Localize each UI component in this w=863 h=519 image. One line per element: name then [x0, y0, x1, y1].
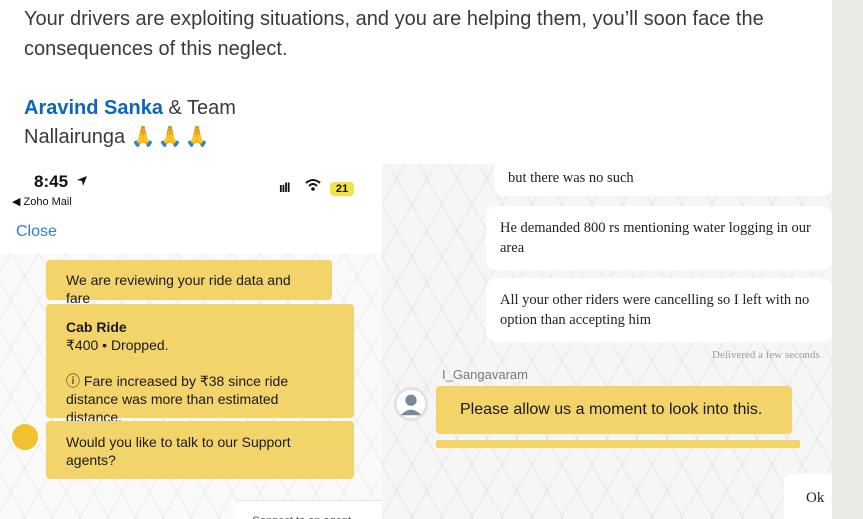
attached-screenshot-rapido[interactable]: 8:45 ◀ Zoho Mail ııll 21 Close We are re… [0, 164, 382, 519]
bot-message-ride-card: Cab Ride ₹400 • Dropped. ⓘ Fare increase… [46, 304, 354, 425]
agent-message: Please allow us a moment to look into th… [436, 386, 792, 434]
close-button[interactable]: Close [16, 223, 57, 241]
location-arrow-icon [77, 176, 87, 186]
signature-place-line: Nallairunga 🙏🙏🙏 [24, 122, 211, 152]
user-message: He demanded 800 rs mentioning water logg… [486, 206, 832, 270]
ok-button[interactable]: Ok [784, 474, 832, 519]
post-container: Your drivers are exploiting situations, … [0, 0, 832, 519]
delivered-status: Delivered a few seconds [712, 349, 820, 361]
user-message: All your other riders were cancelling so… [486, 278, 832, 342]
post-body-text: Your drivers are exploiting situations, … [24, 8, 764, 60]
signature-line: Aravind Sanka & Team [24, 94, 236, 122]
agent-message-tail [436, 440, 800, 448]
fare-note: ⓘ Fare increased by ₹38 since ride dista… [66, 373, 289, 425]
author-link[interactable]: Aravind Sanka [24, 97, 163, 119]
attached-screenshot-chat[interactable]: but there was no such He demanded 800 rs… [382, 164, 832, 519]
back-to-app-link[interactable]: ◀ Zoho Mail [12, 195, 72, 208]
agent-name: I_Gangavaram [442, 367, 528, 382]
user-message: but there was no such [494, 164, 832, 196]
signature-place: Nallairunga [24, 126, 126, 148]
signature-team: & Team [162, 97, 236, 119]
status-time: 8:45 [34, 172, 69, 191]
page-gutter [832, 0, 863, 519]
signal-icon: ııll [279, 180, 290, 195]
wifi-icon [305, 179, 321, 191]
bot-message-reviewing: We are reviewing your ride data and fare [46, 260, 332, 306]
folded-hands-emoji: 🙏🙏🙏 [130, 126, 212, 148]
agent-avatar-icon [394, 387, 428, 421]
connect-agent-card[interactable]: Connect to an agent [236, 500, 382, 519]
ride-title: Cab Ride [66, 319, 127, 335]
ride-price: ₹400 • Dropped. [66, 337, 169, 353]
bot-avatar-icon [10, 422, 40, 452]
bot-message-support: Would you like to talk to our Support ag… [46, 421, 354, 479]
battery-icon: 21 [330, 182, 354, 196]
